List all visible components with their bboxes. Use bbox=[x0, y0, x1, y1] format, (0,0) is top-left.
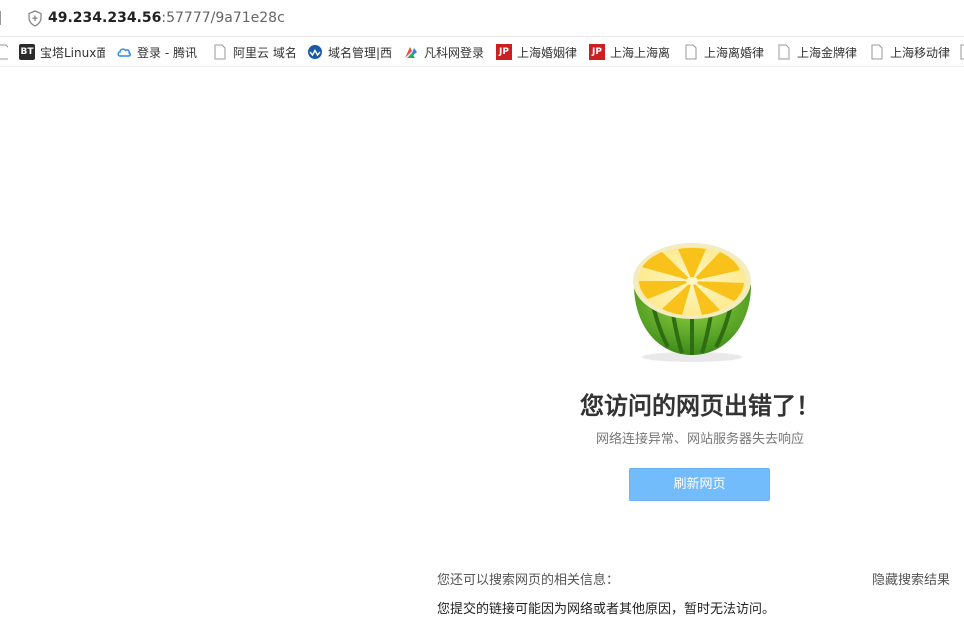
bookmark-label: 上海婚姻律 bbox=[517, 45, 578, 60]
bookmark-item[interactable]: JP 上海上海离 bbox=[589, 43, 671, 61]
bookmarks-bar: BT 宝塔Linux面 登录 - 腾讯 阿里云 域名 域名管理|西 凡科网登录 … bbox=[0, 37, 964, 67]
bookmark-item[interactable]: 上海离婚律 bbox=[683, 43, 765, 61]
bookmark-label: 凡科网登录 bbox=[424, 45, 485, 60]
bookmark-partial[interactable] bbox=[958, 43, 964, 61]
bookmark-label: 阿里云 域名 bbox=[233, 45, 296, 60]
url-path: :57777/9a71e28c bbox=[161, 10, 285, 26]
search-prompt: 您还可以搜索网页的相关信息： bbox=[437, 573, 620, 588]
bookmark-label: 宝塔Linux面 bbox=[40, 45, 105, 60]
globe-icon bbox=[308, 45, 322, 59]
refresh-page-button[interactable]: 刷新网页 bbox=[629, 468, 770, 501]
bookmark-label: 上海移动律 bbox=[890, 45, 951, 60]
bookmark-label: 上海上海离 bbox=[610, 45, 671, 60]
error-reason-text: 您提交的链接可能因为网络或者其他原因，暂时无法访问。 bbox=[437, 602, 776, 617]
page-icon bbox=[214, 44, 226, 60]
bookmark-label: 登录 - 腾讯 bbox=[137, 45, 197, 60]
bookmark-label: 域名管理|西 bbox=[328, 45, 392, 60]
page-icon bbox=[960, 44, 964, 60]
shield-icon[interactable] bbox=[27, 10, 43, 27]
error-title: 您访问的网页出错了！ bbox=[580, 392, 820, 420]
bookmark-item[interactable]: 凡科网登录 bbox=[403, 43, 487, 61]
bookmark-item[interactable]: JP 上海婚姻律 bbox=[496, 43, 578, 61]
jp-icon: JP bbox=[496, 44, 512, 60]
bookmark-item[interactable]: 域名管理|西 bbox=[307, 43, 392, 61]
page-icon bbox=[871, 44, 883, 60]
bookmark-item[interactable]: 上海移动律 bbox=[869, 43, 951, 61]
jp-icon: JP bbox=[589, 44, 605, 60]
url-host: 49.234.234.56 bbox=[48, 10, 162, 26]
cloud-icon bbox=[117, 48, 131, 57]
bookmark-partial[interactable] bbox=[0, 43, 8, 61]
error-subtitle: 网络连接异常、网站服务器失去响应 bbox=[595, 432, 804, 447]
bookmark-item[interactable]: 登录 - 腾讯 bbox=[116, 43, 198, 61]
url-input[interactable]: 49.234.234.56:57777/9a71e28c bbox=[48, 9, 285, 27]
bookmark-item[interactable]: BT 宝塔Linux面 bbox=[19, 43, 105, 61]
fanke-icon bbox=[405, 47, 417, 58]
page-icon bbox=[685, 44, 697, 60]
page-icon bbox=[778, 44, 790, 60]
address-bar: 49.234.234.56:57777/9a71e28c bbox=[0, 0, 964, 37]
page-icon bbox=[0, 44, 8, 60]
bookmark-item[interactable]: 上海金牌律 bbox=[776, 43, 858, 61]
hide-search-results-link[interactable]: 隐藏搜索结果 bbox=[872, 569, 950, 588]
bookmark-label: 上海离婚律 bbox=[704, 45, 765, 60]
bookmark-item[interactable]: 阿里云 域名 bbox=[212, 43, 296, 61]
bookmark-label: 上海金牌律 bbox=[797, 45, 858, 60]
watermelon-lemon-icon bbox=[633, 243, 751, 362]
back-button-fragment[interactable] bbox=[0, 11, 6, 25]
bt-panel-icon: BT bbox=[19, 44, 35, 60]
